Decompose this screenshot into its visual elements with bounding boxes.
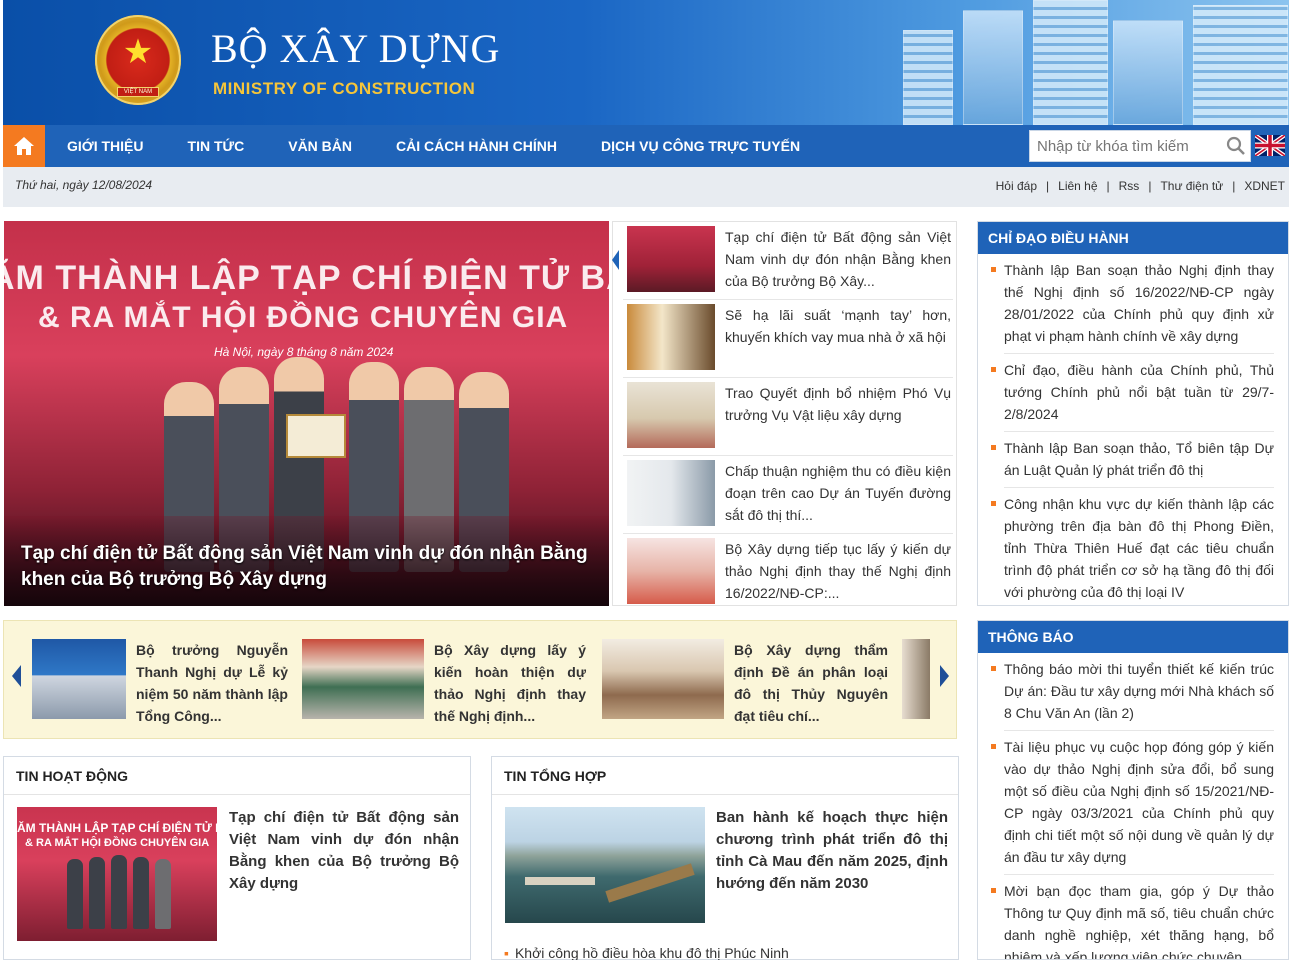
nav-item-van-ban[interactable]: VĂN BẢN <box>288 138 352 154</box>
national-emblem-logo[interactable]: ★ VIỆT NAM <box>95 15 181 105</box>
news-thumbnail <box>627 538 715 604</box>
home-button[interactable] <box>3 125 45 167</box>
carousel-thumbnail <box>302 639 424 719</box>
building-graphic <box>963 10 1023 125</box>
site-title[interactable]: BỘ XÂY DỰNG <box>211 28 500 70</box>
list-item[interactable]: Sẽ hạ lãi suất ‘mạnh tay’ hơn, khuyến kh… <box>623 300 953 378</box>
uk-flag-icon[interactable] <box>1255 135 1285 156</box>
link-hoi-dap[interactable]: Hỏi đáp <box>996 179 1037 193</box>
nav-item-dich-vu-cong[interactable]: DỊCH VỤ CÔNG TRỰC TUYẾN <box>601 138 800 154</box>
list-item[interactable]: Công nhận khu vực dự kiến thành lập các … <box>991 488 1274 609</box>
news-title[interactable]: Tạp chí điện tử Bất động sản Việt Nam vi… <box>725 226 951 292</box>
thong-bao-box: THÔNG BÁO Thông báo mời thi tuyển thiết … <box>977 620 1289 960</box>
list-item[interactable]: Thông báo mời thi tuyển thiết kế kiến tr… <box>991 653 1274 731</box>
news-thumbnail[interactable]: ĂM THÀNH LẬP TẠP CHÍ ĐIỆN TỬ B & RA MẮT … <box>17 807 217 941</box>
photo-person <box>133 857 149 929</box>
photo-person <box>155 859 171 929</box>
site-subtitle: MINISTRY OF CONSTRUCTION <box>213 79 476 98</box>
thumbnail-backdrop-text: & RA MẮT HỘI ĐỒNG CHUYÊN GIA <box>25 837 210 849</box>
news-thumbnail <box>627 304 715 370</box>
date-bar: Thứ hai, ngày 12/08/2024 Hỏi đáp | Liên h… <box>3 167 1289 207</box>
top-links: Hỏi đáp | Liên hệ | Rss | Thư điện tử | XDNE… <box>995 179 1285 193</box>
nav-item-gioi-thieu[interactable]: GIỚI THIỆU <box>67 138 144 154</box>
chi-dao-dieu-hanh-box: CHỈ ĐẠO ĐIỀU HÀNH Thành lập Ban soạn thả… <box>977 221 1289 606</box>
carousel-thumbnail <box>602 639 724 719</box>
list-item[interactable]: Tạp chí điện tử Bất động sản Việt Nam vi… <box>623 222 953 300</box>
photo-boat <box>525 877 595 885</box>
carousel-thumbnail <box>32 639 126 719</box>
search-box <box>1029 130 1251 162</box>
list-item[interactable]: ▪ Khởi công hồ điều hòa khu đô thị Phúc N… <box>504 945 789 960</box>
list-item[interactable]: Chấp thuận nghiệm thu có điều kiện đoạn … <box>623 456 953 534</box>
news-carousel: Bộ trưởng Nguyễn Thanh Nghị dự Lễ kỷ niệ… <box>3 620 957 739</box>
search-input[interactable] <box>1030 131 1218 161</box>
list-item[interactable]: Thành lập Ban soạn thảo Nghị định thay t… <box>991 254 1274 354</box>
list-item[interactable]: Tài liệu phục vụ cuộc họp đóng góp ý kiế… <box>991 731 1274 875</box>
hero-caption[interactable]: Tạp chí điện tử Bất động sản Việt Nam vi… <box>21 541 591 593</box>
hero-backdrop-text: & RA MẮT HỘI ĐỒNG CHUYÊN GIA <box>38 301 569 334</box>
news-headline[interactable]: Ban hành kế hoạch thực hiện chương trình… <box>716 807 948 895</box>
carousel-thumbnail-partial <box>902 639 930 719</box>
list-item[interactable]: Thành lập Ban soạn thảo, Tổ biên tập Dự … <box>991 432 1274 488</box>
link-lien-he[interactable]: Liên hệ <box>1058 179 1097 193</box>
section-title[interactable]: TIN HOẠT ĐỘNG <box>4 757 470 795</box>
carousel-prev-icon[interactable] <box>12 665 21 687</box>
news-list: Tạp chí điện tử Bất động sản Việt Nam vi… <box>612 221 957 606</box>
building-graphic <box>1033 0 1108 125</box>
carousel-item[interactable]: Bộ Xây dựng lấy ý kiến hoàn thiện dự thả… <box>302 639 592 724</box>
carousel-item[interactable]: Bộ Xây dựng thẩm định Đề án phân loại đô… <box>602 639 892 724</box>
news-title[interactable]: Chấp thuận nghiệm thu có điều kiện đoạn … <box>725 460 951 526</box>
carousel-title[interactable]: Bộ Xây dựng lấy ý kiến hoàn thiện dự thả… <box>434 639 586 727</box>
section-title[interactable]: TIN TỔNG HỢP <box>492 757 958 795</box>
current-date: Thứ hai, ngày 12/08/2024 <box>15 178 153 192</box>
emblem-ribbon: VIỆT NAM <box>117 87 159 97</box>
site-header: ★ VIỆT NAM BỘ XÂY DỰNG MINISTRY OF CONST… <box>3 0 1289 125</box>
photo-person <box>67 859 83 929</box>
box-title[interactable]: THÔNG BÁO <box>978 621 1288 653</box>
nav-item-cai-cach[interactable]: CẢI CÁCH HÀNH CHÍNH <box>396 138 557 154</box>
tin-hoat-dong-box: TIN HOẠT ĐỘNG ĂM THÀNH LẬP TẠP CHÍ ĐIỆN … <box>3 756 471 960</box>
photo-person <box>111 855 127 929</box>
list-item[interactable]: Chỉ đạo, điều hành của Chính phủ, Thủ tư… <box>991 354 1274 432</box>
thumbnail-backdrop-text: ĂM THÀNH LẬP TẠP CHÍ ĐIỆN TỬ B <box>17 821 217 835</box>
list-item[interactable]: Mời bạn đọc tham gia, góp ý Dự thảo Thôn… <box>991 875 1274 959</box>
home-icon <box>14 137 34 155</box>
carousel-title[interactable]: Bộ Xây dựng thẩm định Đề án phân loại đô… <box>734 639 888 727</box>
main-nav: GIỚI THIỆU TIN TỨC VĂN BẢN CẢI CÁCH HÀNH… <box>3 125 1289 167</box>
link-xdnet[interactable]: XDNET <box>1244 179 1285 193</box>
link-thu-dien-tu[interactable]: Thư điện tử <box>1160 179 1223 193</box>
hero-featured-story[interactable]: ĂM THÀNH LẬP TẠP CHÍ ĐIỆN TỬ BẤ & RA MẮT… <box>4 221 609 606</box>
carousel-item[interactable]: Bộ trưởng Nguyễn Thanh Nghị dự Lễ kỷ niệ… <box>32 639 292 724</box>
news-title[interactable]: Trao Quyết định bổ nhiệm Phó Vụ trưởng V… <box>725 382 951 426</box>
news-title[interactable]: Bộ Xây dựng tiếp tục lấy ý kiến dự thảo … <box>725 538 951 604</box>
box-title[interactable]: CHỈ ĐẠO ĐIỀU HÀNH <box>978 222 1288 254</box>
certificate-frame <box>286 414 346 458</box>
news-thumbnail <box>627 226 715 292</box>
chevron-left-icon[interactable] <box>612 250 619 270</box>
carousel-next-icon[interactable] <box>940 665 949 687</box>
carousel-title[interactable]: Bộ trưởng Nguyễn Thanh Nghị dự Lễ kỷ niệ… <box>136 639 288 727</box>
link-rss[interactable]: Rss <box>1119 179 1140 193</box>
news-thumbnail <box>627 382 715 448</box>
list-item[interactable]: Trao Quyết định bổ nhiệm Phó Vụ trưởng V… <box>623 378 953 456</box>
nav-item-tin-tuc[interactable]: TIN TỨC <box>188 138 245 154</box>
tin-tong-hop-box: TIN TỔNG HỢP Ban hành kế hoạch thực hiện… <box>491 756 959 960</box>
building-graphic <box>1193 5 1288 125</box>
news-headline[interactable]: Tạp chí điện tử Bất động sản Việt Nam vi… <box>229 807 459 895</box>
hero-backdrop-text: ĂM THÀNH LẬP TẠP CHÍ ĐIỆN TỬ BẤ <box>4 259 609 297</box>
building-graphic <box>1113 20 1183 125</box>
bullet-icon: ▪ <box>504 945 509 960</box>
news-title[interactable]: Sẽ hạ lãi suất ‘mạnh tay’ hơn, khuyến kh… <box>725 304 951 348</box>
photo-person <box>89 857 105 929</box>
search-icon[interactable] <box>1226 136 1246 156</box>
news-thumbnail[interactable] <box>505 807 705 923</box>
news-thumbnail <box>627 460 715 526</box>
list-item[interactable]: Bộ Xây dựng tiếp tục lấy ý kiến dự thảo … <box>623 534 953 612</box>
news-title[interactable]: Khởi công hồ điều hòa khu đô thị Phúc Ni… <box>515 945 789 960</box>
building-graphic <box>903 30 953 125</box>
photo-boat <box>605 863 695 903</box>
